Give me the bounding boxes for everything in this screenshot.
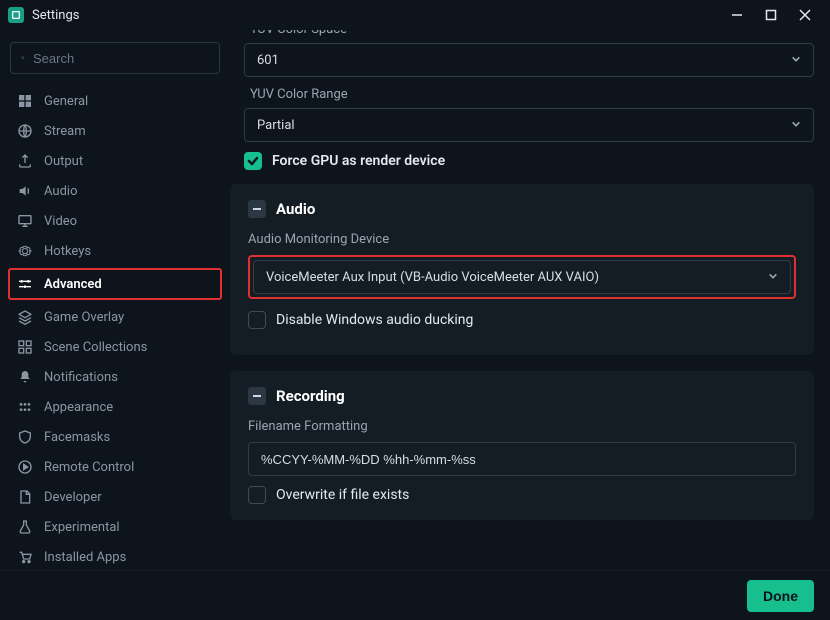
dots-icon bbox=[16, 398, 34, 416]
chevron-down-icon bbox=[791, 118, 801, 133]
disable-ducking-checkbox[interactable] bbox=[248, 311, 266, 329]
recording-section-title: Recording bbox=[276, 387, 345, 405]
recording-section: Recording Filename Formatting Overwrite … bbox=[230, 371, 814, 520]
globe-icon bbox=[16, 122, 34, 140]
sidebar-item-developer[interactable]: Developer bbox=[10, 482, 220, 512]
sidebar-item-label: Output bbox=[44, 154, 83, 169]
flask-icon bbox=[16, 518, 34, 536]
search-icon bbox=[21, 51, 25, 65]
sidebar-item-label: Facemasks bbox=[44, 430, 110, 445]
sidebar-item-experimental[interactable]: Experimental bbox=[10, 512, 220, 542]
sidebar-item-label: Advanced bbox=[44, 277, 102, 292]
sidebar-item-notifications[interactable]: Notifications bbox=[10, 362, 220, 392]
sidebar-item-stream[interactable]: Stream bbox=[10, 116, 220, 146]
layers-icon bbox=[16, 308, 34, 326]
sidebar-item-scene-collections[interactable]: Scene Collections bbox=[10, 332, 220, 362]
sidebar-item-advanced[interactable]: Advanced bbox=[10, 270, 220, 298]
minimize-button[interactable] bbox=[720, 0, 754, 30]
chevron-down-icon bbox=[791, 53, 801, 68]
sidebar-item-label: Game Overlay bbox=[44, 310, 124, 325]
maximize-button[interactable] bbox=[754, 0, 788, 30]
search-input[interactable] bbox=[33, 51, 209, 66]
sidebar-item-output[interactable]: Output bbox=[10, 146, 220, 176]
yuv-range-label: YUV Color Range bbox=[250, 87, 814, 102]
filename-label: Filename Formatting bbox=[248, 419, 796, 434]
sidebar-item-label: Hotkeys bbox=[44, 244, 91, 259]
app-icon bbox=[8, 7, 24, 23]
select-value: 601 bbox=[257, 53, 791, 68]
export-icon bbox=[16, 152, 34, 170]
collapse-button[interactable] bbox=[248, 200, 266, 218]
yuv-space-label: YUV Color Space bbox=[250, 30, 814, 37]
sidebar-item-appearance[interactable]: Appearance bbox=[10, 392, 220, 422]
grid-icon bbox=[16, 92, 34, 110]
sidebar-item-installed-apps[interactable]: Installed Apps bbox=[10, 542, 220, 570]
sidebar-item-video[interactable]: Video bbox=[10, 206, 220, 236]
sidebar-item-advanced-highlight: Advanced bbox=[8, 268, 222, 300]
sidebar-item-game-overlay[interactable]: Game Overlay bbox=[10, 302, 220, 332]
audio-monitor-highlight: VoiceMeeter Aux Input (VB-Audio VoiceMee… bbox=[248, 255, 796, 299]
sidebar-item-label: Appearance bbox=[44, 400, 113, 415]
sidebar-item-label: General bbox=[44, 94, 88, 109]
sidebar: General Stream Output Audio Video Hotkey… bbox=[0, 30, 230, 570]
sidebar-item-audio[interactable]: Audio bbox=[10, 176, 220, 206]
yuv-space-select[interactable]: 601 bbox=[244, 43, 814, 77]
overwrite-row: Overwrite if file exists bbox=[248, 486, 796, 504]
filename-input[interactable] bbox=[248, 442, 796, 476]
sidebar-item-general[interactable]: General bbox=[10, 86, 220, 116]
shield-icon bbox=[16, 428, 34, 446]
audio-section: Audio Audio Monitoring Device VoiceMeete… bbox=[230, 184, 814, 355]
play-circle-icon bbox=[16, 458, 34, 476]
bell-icon bbox=[16, 368, 34, 386]
monitor-icon bbox=[16, 212, 34, 230]
force-gpu-label: Force GPU as render device bbox=[272, 153, 445, 169]
sidebar-item-remote-control[interactable]: Remote Control bbox=[10, 452, 220, 482]
select-value: Partial bbox=[257, 118, 791, 133]
audio-monitor-label: Audio Monitoring Device bbox=[248, 232, 796, 247]
sidebar-item-label: Experimental bbox=[44, 520, 120, 535]
audio-section-title: Audio bbox=[276, 200, 315, 218]
select-value: VoiceMeeter Aux Input (VB-Audio VoiceMee… bbox=[266, 270, 768, 285]
footer: Done bbox=[0, 570, 830, 620]
search-box[interactable] bbox=[10, 42, 220, 74]
sidebar-item-label: Developer bbox=[44, 490, 102, 505]
gear-icon bbox=[16, 242, 34, 260]
collection-icon bbox=[16, 338, 34, 356]
collapse-button[interactable] bbox=[248, 387, 266, 405]
yuv-range-select[interactable]: Partial bbox=[244, 108, 814, 142]
sidebar-item-label: Audio bbox=[44, 184, 77, 199]
content-panel: YUV Color Space 601 YUV Color Range Part… bbox=[230, 30, 830, 570]
chevron-down-icon bbox=[768, 270, 778, 285]
document-icon bbox=[16, 488, 34, 506]
done-button[interactable]: Done bbox=[747, 580, 814, 612]
sidebar-item-hotkeys[interactable]: Hotkeys bbox=[10, 236, 220, 266]
sidebar-item-facemasks[interactable]: Facemasks bbox=[10, 422, 220, 452]
titlebar: Settings bbox=[0, 0, 830, 30]
sidebar-item-label: Installed Apps bbox=[44, 550, 126, 565]
sidebar-item-label: Stream bbox=[44, 124, 86, 139]
close-button[interactable] bbox=[788, 0, 822, 30]
disable-ducking-row: Disable Windows audio ducking bbox=[248, 311, 796, 329]
sidebar-item-label: Video bbox=[44, 214, 77, 229]
audio-monitor-select[interactable]: VoiceMeeter Aux Input (VB-Audio VoiceMee… bbox=[253, 260, 791, 294]
sliders-icon bbox=[16, 275, 34, 293]
cart-icon bbox=[16, 548, 34, 566]
overwrite-label: Overwrite if file exists bbox=[276, 487, 409, 503]
sidebar-item-label: Remote Control bbox=[44, 460, 134, 475]
window-title: Settings bbox=[32, 8, 79, 23]
speaker-icon bbox=[16, 182, 34, 200]
force-gpu-checkbox[interactable] bbox=[244, 152, 262, 170]
force-gpu-row: Force GPU as render device bbox=[244, 152, 814, 170]
overwrite-checkbox[interactable] bbox=[248, 486, 266, 504]
sidebar-item-label: Scene Collections bbox=[44, 340, 147, 355]
sidebar-item-label: Notifications bbox=[44, 370, 118, 385]
disable-ducking-label: Disable Windows audio ducking bbox=[276, 312, 473, 328]
